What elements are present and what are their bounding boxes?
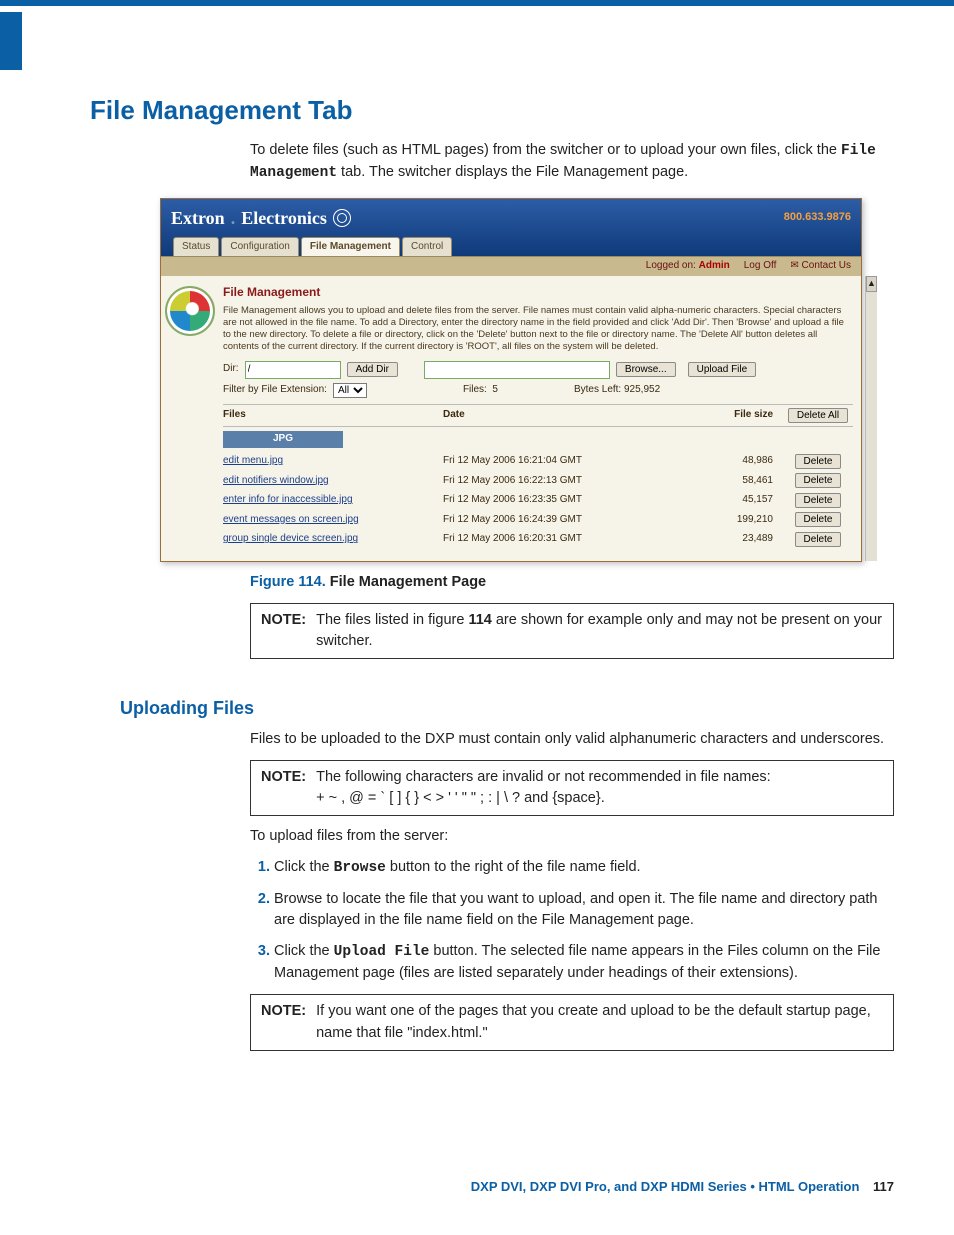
delete-button[interactable]: Delete [795,454,842,469]
tab-configuration[interactable]: Configuration [221,237,298,257]
figure-title: File Management Page [326,574,486,590]
embed-scrollbar[interactable]: ▲ [865,276,877,561]
logged-on-user: Admin [699,260,730,271]
embed-main: File Management File Management allows y… [219,276,865,561]
table-row: event messages on screen.jpg Fri 12 May … [223,510,853,530]
note-box-1: NOTE: The files listed in figure 114 are… [250,603,894,659]
figure-caption: Figure 114. File Management Page [250,572,894,593]
embed-tabs: Status Configuration File Management Con… [171,237,851,257]
file-group-header: JPG [223,431,343,448]
file-date: Fri 12 May 2006 16:24:39 GMT [443,513,683,528]
delete-button[interactable]: Delete [795,473,842,488]
filter-label: Filter by File Extension: [223,383,327,398]
file-size: 48,986 [683,454,783,469]
file-date: Fri 12 May 2006 16:20:31 GMT [443,532,683,547]
upload-path-input[interactable] [424,361,610,379]
footer-text: DXP DVI, DXP DVI Pro, and DXP HDMI Serie… [471,1179,860,1194]
embed-subbar: Logged on: Admin Log Off ✉ Contact Us [161,256,861,276]
upload-intro: Files to be uploaded to the DXP must con… [250,729,894,750]
mail-icon: ✉ [790,260,798,271]
file-size: 45,157 [683,493,783,508]
delete-all-button[interactable]: Delete All [788,408,848,423]
note-box-2: NOTE: The following characters are inval… [250,760,894,816]
file-link[interactable]: edit menu.jpg [223,455,283,466]
logoff-link[interactable]: Log Off [744,259,777,274]
contact-us-label: Contact Us [802,260,851,271]
delete-button[interactable]: Delete [795,512,842,527]
intro-text-b: tab. The switcher displays the File Mana… [341,164,688,180]
bytes-left: Bytes Left: 925,952 [574,383,660,398]
file-link[interactable]: event messages on screen.jpg [223,514,359,525]
step-1: Click the Browse button to the right of … [274,857,894,879]
sub-section-title: Uploading Files [120,695,894,721]
embed-sidebar [161,276,219,561]
tab-file-management[interactable]: File Management [301,237,400,257]
footer-page-number: 117 [873,1179,894,1194]
note-body: If you want one of the pages that you cr… [316,1001,883,1043]
note-box-3: NOTE: If you want one of the pages that … [250,994,894,1050]
figure-label: Figure 114. [250,574,326,590]
section-title: File Management Tab [90,92,894,130]
table-row: enter info for inaccessible.jpg Fri 12 M… [223,491,853,511]
tab-status[interactable]: Status [173,237,219,257]
panel-title: File Management [223,284,853,301]
file-link[interactable]: group single device screen.jpg [223,533,358,544]
col-files: Files [223,408,443,424]
brand-word-b: Electronics [241,205,327,231]
file-management-screenshot: Extron . Electronics 800.633.9876 Status… [160,198,862,562]
globe-icon [333,209,351,227]
scroll-up-icon[interactable]: ▲ [866,276,877,292]
note-label: NOTE: [261,1001,306,1043]
table-row: edit menu.jpg Fri 12 May 2006 16:21:04 G… [223,452,853,472]
upload-lead: To upload files from the server: [250,826,894,847]
panel-description: File Management allows you to upload and… [223,305,853,353]
page-accent-strip [0,12,22,70]
upload-steps: Click the Browse button to the right of … [250,857,894,984]
file-date: Fri 12 May 2006 16:21:04 GMT [443,454,683,469]
note-body: The following characters are invalid or … [316,767,771,809]
filter-select[interactable]: All [333,383,367,398]
logged-on-label: Logged on: [646,260,696,271]
embed-header: Extron . Electronics 800.633.9876 Status… [161,199,861,257]
intro-text-a: To delete files (such as HTML pages) fro… [250,142,841,158]
upload-file-button[interactable]: Upload File [688,362,757,377]
delete-button[interactable]: Delete [795,493,842,508]
col-size: File size [683,408,783,424]
add-dir-button[interactable]: Add Dir [347,362,398,377]
note-label: NOTE: [261,767,306,809]
page-footer: DXP DVI, DXP DVI Pro, and DXP HDMI Serie… [471,1178,894,1197]
intro-paragraph: To delete files (such as HTML pages) fro… [250,140,894,184]
file-size: 58,461 [683,474,783,489]
file-date: Fri 12 May 2006 16:23:35 GMT [443,493,683,508]
dir-label: Dir: [223,362,239,377]
page-top-stripe [0,0,954,6]
table-row: edit notifiers window.jpg Fri 12 May 200… [223,471,853,491]
note-body: The files listed in figure 114 are shown… [316,610,883,652]
delete-button[interactable]: Delete [795,532,842,547]
embed-brand: Extron . Electronics 800.633.9876 [171,205,851,231]
step-3: Click the Upload File button. The select… [274,941,894,984]
file-table-header: Files Date File size Delete All [223,404,853,428]
contact-us-link[interactable]: ✉ Contact Us [790,259,851,274]
file-size: 199,210 [683,513,783,528]
files-count-label: Files: 5 [463,383,498,398]
table-row: group single device screen.jpg Fri 12 Ma… [223,530,853,550]
step-2: Browse to locate the file that you want … [274,889,894,931]
note-label: NOTE: [261,610,306,652]
file-link[interactable]: enter info for inaccessible.jpg [223,494,353,505]
col-date: Date [443,408,683,424]
tab-control[interactable]: Control [402,237,452,257]
file-date: Fri 12 May 2006 16:22:13 GMT [443,474,683,489]
dir-input[interactable] [245,361,341,379]
color-wheel-icon [165,286,215,336]
file-link[interactable]: edit notifiers window.jpg [223,475,329,486]
embed-phone: 800.633.9876 [784,210,851,226]
browse-button[interactable]: Browse... [616,362,676,377]
brand-word-a: Extron [171,205,225,231]
file-size: 23,489 [683,532,783,547]
